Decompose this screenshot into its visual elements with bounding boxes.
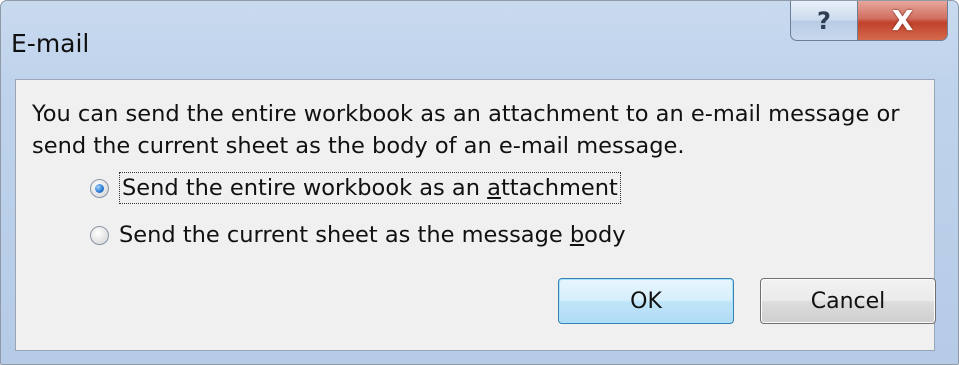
help-icon: ?: [817, 6, 831, 35]
label-part: Send the current sheet as the message: [119, 222, 570, 248]
close-button[interactable]: X: [857, 1, 948, 41]
help-button[interactable]: ?: [790, 1, 858, 41]
radio-button-selected[interactable]: [90, 178, 109, 198]
mnemonic-letter: b: [569, 222, 585, 248]
radio-send-body[interactable]: Send the current sheet as the message bo…: [90, 220, 626, 250]
email-dialog: E-mail ? X You can send the entire workb…: [0, 0, 959, 365]
radio-button-unselected[interactable]: [90, 225, 109, 245]
label-part: ody: [584, 222, 626, 248]
dialog-message: You can send the entire workbook as an a…: [32, 101, 900, 159]
cancel-button[interactable]: Cancel: [760, 278, 936, 324]
radio-send-attachment-label[interactable]: Send the entire workbook as an attachmen…: [119, 172, 621, 204]
dialog-body: You can send the entire workbook as an a…: [15, 79, 936, 351]
mnemonic-letter: a: [487, 175, 501, 201]
ok-button[interactable]: OK: [558, 278, 734, 324]
title-bar[interactable]: E-mail ? X: [1, 1, 958, 79]
dialog-title: E-mail: [11, 29, 90, 58]
radio-send-body-label[interactable]: Send the current sheet as the message bo…: [119, 220, 626, 250]
label-part: ttachment: [500, 175, 618, 201]
label-part: Send the entire workbook as an: [122, 175, 488, 201]
radio-selected-dot: [95, 183, 104, 193]
radio-send-attachment[interactable]: Send the entire workbook as an attachmen…: [90, 172, 621, 204]
close-icon: X: [891, 4, 914, 37]
